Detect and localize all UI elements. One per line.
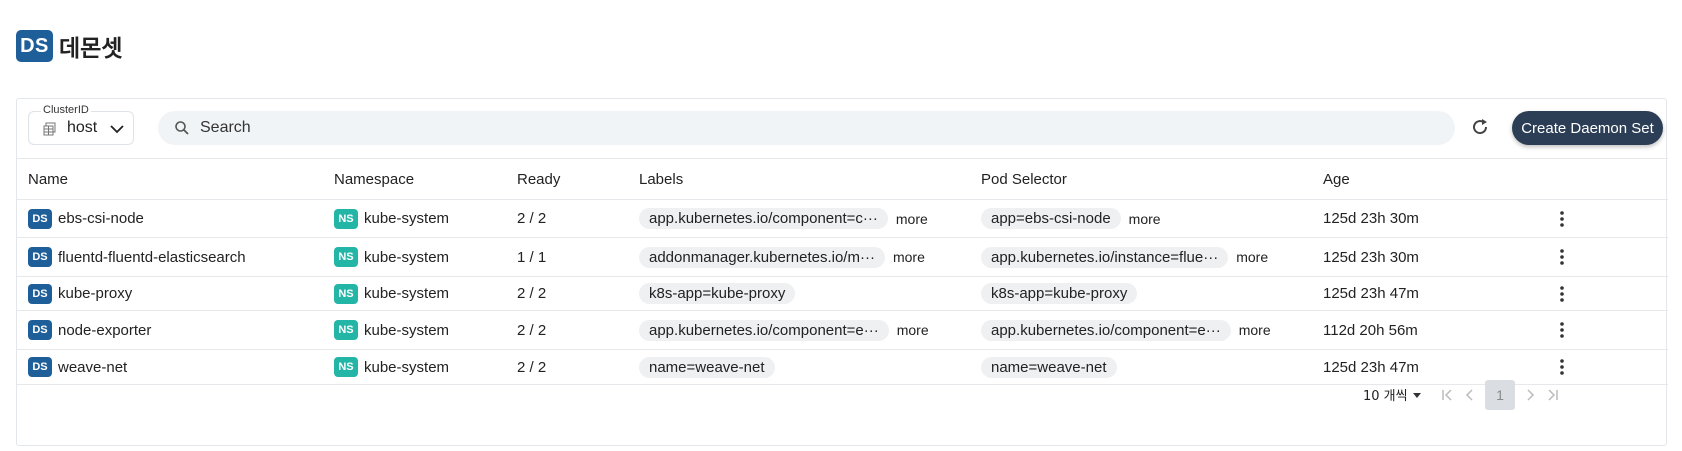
page-number-button[interactable]: 1 — [1485, 380, 1515, 410]
age-value: 125d 23h 30m — [1312, 199, 1500, 238]
kebab-menu-icon[interactable] — [1553, 248, 1571, 266]
label-chip: addonmanager.kubernetes.io/m··· — [639, 246, 885, 268]
rows-per-page-value: 10 개씩 — [1363, 389, 1408, 404]
search-box — [158, 111, 1455, 145]
name-cell: DS node-exporter — [28, 320, 323, 340]
daemonset-name-link[interactable]: ebs-csi-node — [58, 210, 144, 227]
kebab-menu-icon[interactable] — [1553, 210, 1571, 228]
age-value: 125d 23h 47m — [1312, 276, 1500, 311]
column-header-age[interactable]: Age — [1312, 158, 1500, 200]
labels-more-link[interactable]: more — [893, 249, 925, 265]
labels-more-link[interactable]: more — [897, 322, 929, 338]
ready-value: 2 / 2 — [506, 310, 628, 350]
kebab-menu-icon[interactable] — [1553, 321, 1571, 339]
labels-more-link[interactable]: more — [896, 211, 928, 227]
column-header-labels[interactable]: Labels — [628, 158, 970, 200]
rows-per-page-select[interactable]: 10 개씩 — [1363, 385, 1422, 404]
namespace-link[interactable]: kube-system — [364, 322, 449, 339]
daemonset-name-link[interactable]: fluentd-fluentd-elasticsearch — [58, 249, 246, 266]
column-header-ready[interactable]: Ready — [506, 158, 628, 200]
namespace-cell: NS kube-system — [334, 283, 506, 304]
daemonset-name-link[interactable]: node-exporter — [58, 322, 151, 339]
create-daemonset-button[interactable]: Create Daemon Set — [1512, 111, 1663, 145]
column-header-namespace[interactable]: Namespace — [323, 158, 506, 200]
last-page-icon[interactable] — [1545, 388, 1559, 402]
daemonset-panel: ClusterID host Create Daemo — [16, 98, 1668, 446]
label-chip: app.kubernetes.io/component=c··· — [639, 208, 888, 229]
ready-value: 1 / 1 — [506, 237, 628, 277]
column-header-actions — [1500, 158, 1668, 200]
label-chip: app.kubernetes.io/component=e··· — [639, 319, 889, 341]
daemonset-name-link[interactable]: kube-proxy — [58, 285, 132, 302]
cluster-value: host — [67, 119, 98, 136]
daemonset-badge: DS — [28, 320, 52, 340]
name-cell: DS fluentd-fluentd-elasticsearch — [28, 247, 323, 267]
namespace-cell: NS kube-system — [334, 208, 506, 229]
daemonset-badge: DS — [16, 30, 53, 62]
daemonset-badge: DS — [28, 247, 52, 267]
name-cell: DS kube-proxy — [28, 283, 323, 304]
table-row[interactable]: DS ebs-csi-node NS kube-system 2 / 2 app… — [17, 199, 1668, 238]
kebab-menu-icon[interactable] — [1553, 358, 1571, 376]
table-footer: 10 개씩 1 — [17, 375, 1666, 415]
namespace-badge: NS — [334, 208, 358, 229]
pagination: 1 — [1441, 380, 1559, 410]
daemonset-name-link[interactable]: weave-net — [58, 359, 127, 376]
namespace-cell: NS kube-system — [334, 320, 506, 340]
namespace-link[interactable]: kube-system — [364, 210, 449, 227]
selector-more-link[interactable]: more — [1239, 322, 1271, 338]
table-row[interactable]: DS node-exporter NS kube-system 2 / 2 ap… — [17, 310, 1668, 350]
page-header: DS 데몬셋 — [16, 29, 122, 63]
selector-chip: app=ebs-csi-node — [981, 208, 1121, 229]
namespace-badge: NS — [334, 283, 358, 304]
name-cell: DS weave-net — [28, 357, 323, 377]
age-value: 112d 20h 56m — [1312, 310, 1500, 350]
next-page-icon[interactable] — [1523, 388, 1537, 402]
namespace-cell: NS kube-system — [334, 247, 506, 267]
namespace-badge: NS — [334, 357, 358, 377]
cluster-label: ClusterID — [41, 104, 91, 116]
selector-chip: app.kubernetes.io/component=e··· — [981, 319, 1231, 341]
search-input[interactable] — [200, 111, 1400, 145]
daemonset-badge: DS — [28, 357, 52, 377]
refresh-icon[interactable] — [1469, 116, 1491, 138]
name-cell: DS ebs-csi-node — [28, 208, 323, 229]
label-chip: k8s-app=kube-proxy — [639, 283, 796, 304]
namespace-link[interactable]: kube-system — [364, 285, 449, 302]
page-title: 데몬셋 — [59, 36, 123, 62]
daemonset-badge: DS — [28, 208, 52, 229]
search-icon — [175, 121, 189, 135]
selector-chip: k8s-app=kube-proxy — [981, 283, 1138, 304]
namespace-link[interactable]: kube-system — [364, 359, 449, 376]
caret-down-icon — [1412, 392, 1421, 398]
chevron-down-icon — [110, 125, 124, 134]
cluster-icon — [43, 122, 56, 136]
namespace-cell: NS kube-system — [334, 357, 506, 377]
cluster-select[interactable]: ClusterID host — [28, 104, 134, 145]
kebab-menu-icon[interactable] — [1553, 285, 1571, 303]
table-header-row: Name Namespace Ready Labels Pod Selector… — [17, 158, 1668, 200]
table-row[interactable]: DS kube-proxy NS kube-system 2 / 2 k8s-a… — [17, 276, 1668, 311]
selector-more-link[interactable]: more — [1129, 211, 1161, 227]
daemonset-table: Name Namespace Ready Labels Pod Selector… — [17, 158, 1668, 385]
column-header-pod-selector[interactable]: Pod Selector — [970, 158, 1312, 200]
toolbar: ClusterID host Create Daemo — [17, 99, 1666, 158]
column-header-name[interactable]: Name — [17, 158, 323, 200]
namespace-badge: NS — [334, 320, 358, 340]
selector-more-link[interactable]: more — [1236, 249, 1268, 265]
ready-value: 2 / 2 — [506, 276, 628, 311]
table-row[interactable]: DS fluentd-fluentd-elasticsearch NS kube… — [17, 237, 1668, 277]
prev-page-icon[interactable] — [1463, 388, 1477, 402]
daemonset-badge: DS — [28, 283, 52, 304]
ready-value: 2 / 2 — [506, 199, 628, 238]
age-value: 125d 23h 30m — [1312, 237, 1500, 277]
selector-chip: app.kubernetes.io/instance=flue··· — [981, 246, 1229, 268]
first-page-icon[interactable] — [1441, 388, 1455, 402]
namespace-badge: NS — [334, 247, 358, 267]
namespace-link[interactable]: kube-system — [364, 249, 449, 266]
